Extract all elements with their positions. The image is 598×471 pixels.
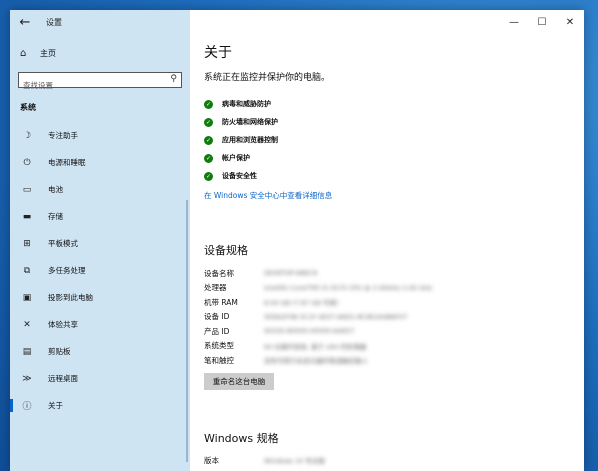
- status-label: 防火墙和网络保护: [222, 118, 278, 126]
- sidebar-item-label: 剪贴板: [48, 347, 71, 356]
- sidebar-item-label: 主页: [40, 49, 56, 58]
- search-box: ⚲: [18, 72, 182, 92]
- sidebar-item-about[interactable]: ⓘ 关于: [10, 392, 190, 419]
- status-item: ✓ 应用和浏览器控制: [204, 131, 278, 149]
- status-label: 病毒和威胁防护: [222, 100, 271, 108]
- sidebar-item-home[interactable]: ⌂ 主页: [20, 48, 56, 59]
- settings-window: ← 设置 ⌂ 主页 ⚲ 系统 ☽ 专注助手 ⏻ 电源和睡眠 ▭ 电池: [10, 10, 584, 471]
- status-item: ✓ 设备安全性: [204, 167, 278, 185]
- app-title: 设置: [46, 18, 62, 27]
- status-item: ✓ 帐户保护: [204, 149, 278, 167]
- spec-value: 8.00 GB (7.87 GB 可用): [264, 299, 339, 308]
- sidebar-item-label: 平板模式: [48, 239, 78, 248]
- spec-row: 产品 ID 00330-80000-00000-AA657: [204, 324, 432, 339]
- check-icon: ✓: [204, 99, 213, 109]
- spec-row: 系统类型 64 位操作系统, 基于 x64 的处理器: [204, 339, 432, 354]
- back-button[interactable]: ←: [16, 15, 34, 31]
- power-icon: ⏻: [23, 157, 31, 168]
- spec-value: Intel(R) Core(TM) i5-3570 CPU @ 3.40GHz …: [264, 283, 433, 292]
- sidebar-item-clipboard[interactable]: ▤ 剪贴板: [10, 338, 190, 365]
- spec-key: 机带 RAM: [204, 297, 238, 307]
- sidebar-item-label: 体验共享: [48, 320, 78, 329]
- spec-row: 设备 ID 5E9A2F0B-3C1F-4E07-A6D1-8C9E2A4B6F…: [204, 310, 432, 325]
- sidebar-item-storage[interactable]: ▬ 存储: [10, 203, 190, 230]
- spec-row: 设备名称 DESKTOP-A8EC9: [204, 266, 432, 281]
- windows-specs-heading: Windows 规格: [204, 432, 279, 445]
- spec-row: 处理器 Intel(R) Core(TM) i5-3570 CPU @ 3.40…: [204, 281, 432, 296]
- section-label: 系统: [20, 103, 36, 112]
- spec-key: 笔和触控: [204, 355, 234, 365]
- sidebar-item-label: 专注助手: [48, 131, 78, 140]
- sidebar-item-shared-experiences[interactable]: ✕ 体验共享: [10, 311, 190, 338]
- spec-key: 版本: [204, 456, 219, 465]
- remote-desktop-icon: ≫: [22, 373, 32, 384]
- sidebar-item-label: 关于: [48, 401, 63, 410]
- sidebar-item-label: 电池: [48, 185, 63, 194]
- spec-value: 没有可用于此显示器的笔或触控输入: [264, 357, 368, 366]
- sidebar-item-projecting[interactable]: ▣ 投影到此电脑: [10, 284, 190, 311]
- security-status-list: ✓ 病毒和威胁防护 ✓ 防火墙和网络保护 ✓ 应用和浏览器控制 ✓ 帐户保护 ✓…: [204, 95, 278, 185]
- spec-key: 处理器: [204, 283, 227, 293]
- home-icon: ⌂: [20, 48, 27, 59]
- main-content: — ☐ ✕ 关于 系统正在监控并保护你的电脑。 ✓ 病毒和威胁防护 ✓ 防火墙和…: [190, 10, 584, 471]
- sidebar-item-label: 电源和睡眠: [48, 158, 86, 167]
- sidebar-item-label: 投影到此电脑: [48, 293, 93, 302]
- spec-value: 5E9A2F0B-3C1F-4E07-A6D1-8C9E2A4B6F07: [264, 312, 408, 321]
- page-title: 关于: [204, 45, 232, 61]
- sidebar-item-focus-assist[interactable]: ☽ 专注助手: [10, 122, 190, 149]
- nav-list: ☽ 专注助手 ⏻ 电源和睡眠 ▭ 电池 ▬ 存储 ⊞ 平板模式 ⧉ 多任务处理: [10, 122, 190, 419]
- sidebar-item-multitasking[interactable]: ⧉ 多任务处理: [10, 257, 190, 284]
- device-specs-table: 设备名称 DESKTOP-A8EC9 处理器 Intel(R) Core(TM)…: [204, 266, 432, 368]
- check-icon: ✓: [204, 153, 213, 163]
- window-controls: — ☐ ✕: [500, 10, 584, 36]
- moon-icon: ☽: [22, 130, 32, 141]
- battery-icon: ▭: [22, 184, 32, 195]
- check-icon: ✓: [204, 117, 213, 127]
- spec-key: 产品 ID: [204, 326, 230, 336]
- status-label: 设备安全性: [222, 172, 257, 180]
- sidebar-item-battery[interactable]: ▭ 电池: [10, 176, 190, 203]
- spec-value: 64 位操作系统, 基于 x64 的处理器: [264, 342, 367, 351]
- spec-row: 机带 RAM 8.00 GB (7.87 GB 可用): [204, 295, 432, 310]
- multitasking-icon: ⧉: [23, 265, 31, 276]
- status-item: ✓ 病毒和威胁防护: [204, 95, 278, 113]
- monitor-status-text: 系统正在监控并保护你的电脑。: [204, 73, 331, 83]
- spec-key: 设备名称: [204, 268, 234, 278]
- sidebar: ← 设置 ⌂ 主页 ⚲ 系统 ☽ 专注助手 ⏻ 电源和睡眠 ▭ 电池: [10, 10, 190, 471]
- status-item: ✓ 防火墙和网络保护: [204, 113, 278, 131]
- check-icon: ✓: [204, 135, 213, 145]
- sidebar-item-label: 多任务处理: [48, 266, 86, 275]
- spec-value: 00330-80000-00000-AA657: [264, 327, 355, 336]
- storage-icon: ▬: [22, 211, 32, 222]
- close-button[interactable]: ✕: [556, 10, 584, 34]
- status-label: 帐户保护: [222, 154, 250, 162]
- spec-row: 笔和触控 没有可用于此显示器的笔或触控输入: [204, 353, 432, 368]
- spec-value: DESKTOP-A8EC9: [264, 269, 318, 278]
- projector-icon: ▣: [22, 292, 32, 303]
- check-icon: ✓: [204, 171, 213, 181]
- rename-pc-button[interactable]: 重命名这台电脑: [204, 373, 274, 390]
- info-icon: ⓘ: [22, 402, 32, 412]
- clipboard-icon: ▤: [22, 346, 32, 357]
- security-center-link[interactable]: 在 Windows 安全中心中查看详细信息: [204, 190, 332, 201]
- sidebar-item-label: 存储: [48, 212, 63, 221]
- sidebar-item-tablet-mode[interactable]: ⊞ 平板模式: [10, 230, 190, 257]
- spec-key: 系统类型: [204, 341, 234, 351]
- sidebar-item-power-sleep[interactable]: ⏻ 电源和睡眠: [10, 149, 190, 176]
- search-input[interactable]: [19, 79, 167, 92]
- search-icon[interactable]: ⚲: [170, 74, 177, 84]
- tablet-icon: ⊞: [23, 238, 31, 249]
- spec-row: 版本 Windows 10 专业版: [204, 455, 325, 466]
- minimize-button[interactable]: —: [500, 10, 528, 34]
- sidebar-item-label: 远程桌面: [48, 374, 78, 383]
- maximize-button[interactable]: ☐: [528, 10, 556, 34]
- status-label: 应用和浏览器控制: [222, 136, 278, 144]
- share-icon: ✕: [23, 319, 31, 330]
- sidebar-scrollbar[interactable]: [186, 200, 188, 462]
- sidebar-item-remote-desktop[interactable]: ≫ 远程桌面: [10, 365, 190, 392]
- spec-value: Windows 10 专业版: [264, 457, 325, 465]
- spec-key: 设备 ID: [204, 312, 230, 322]
- device-specs-heading: 设备规格: [204, 244, 248, 257]
